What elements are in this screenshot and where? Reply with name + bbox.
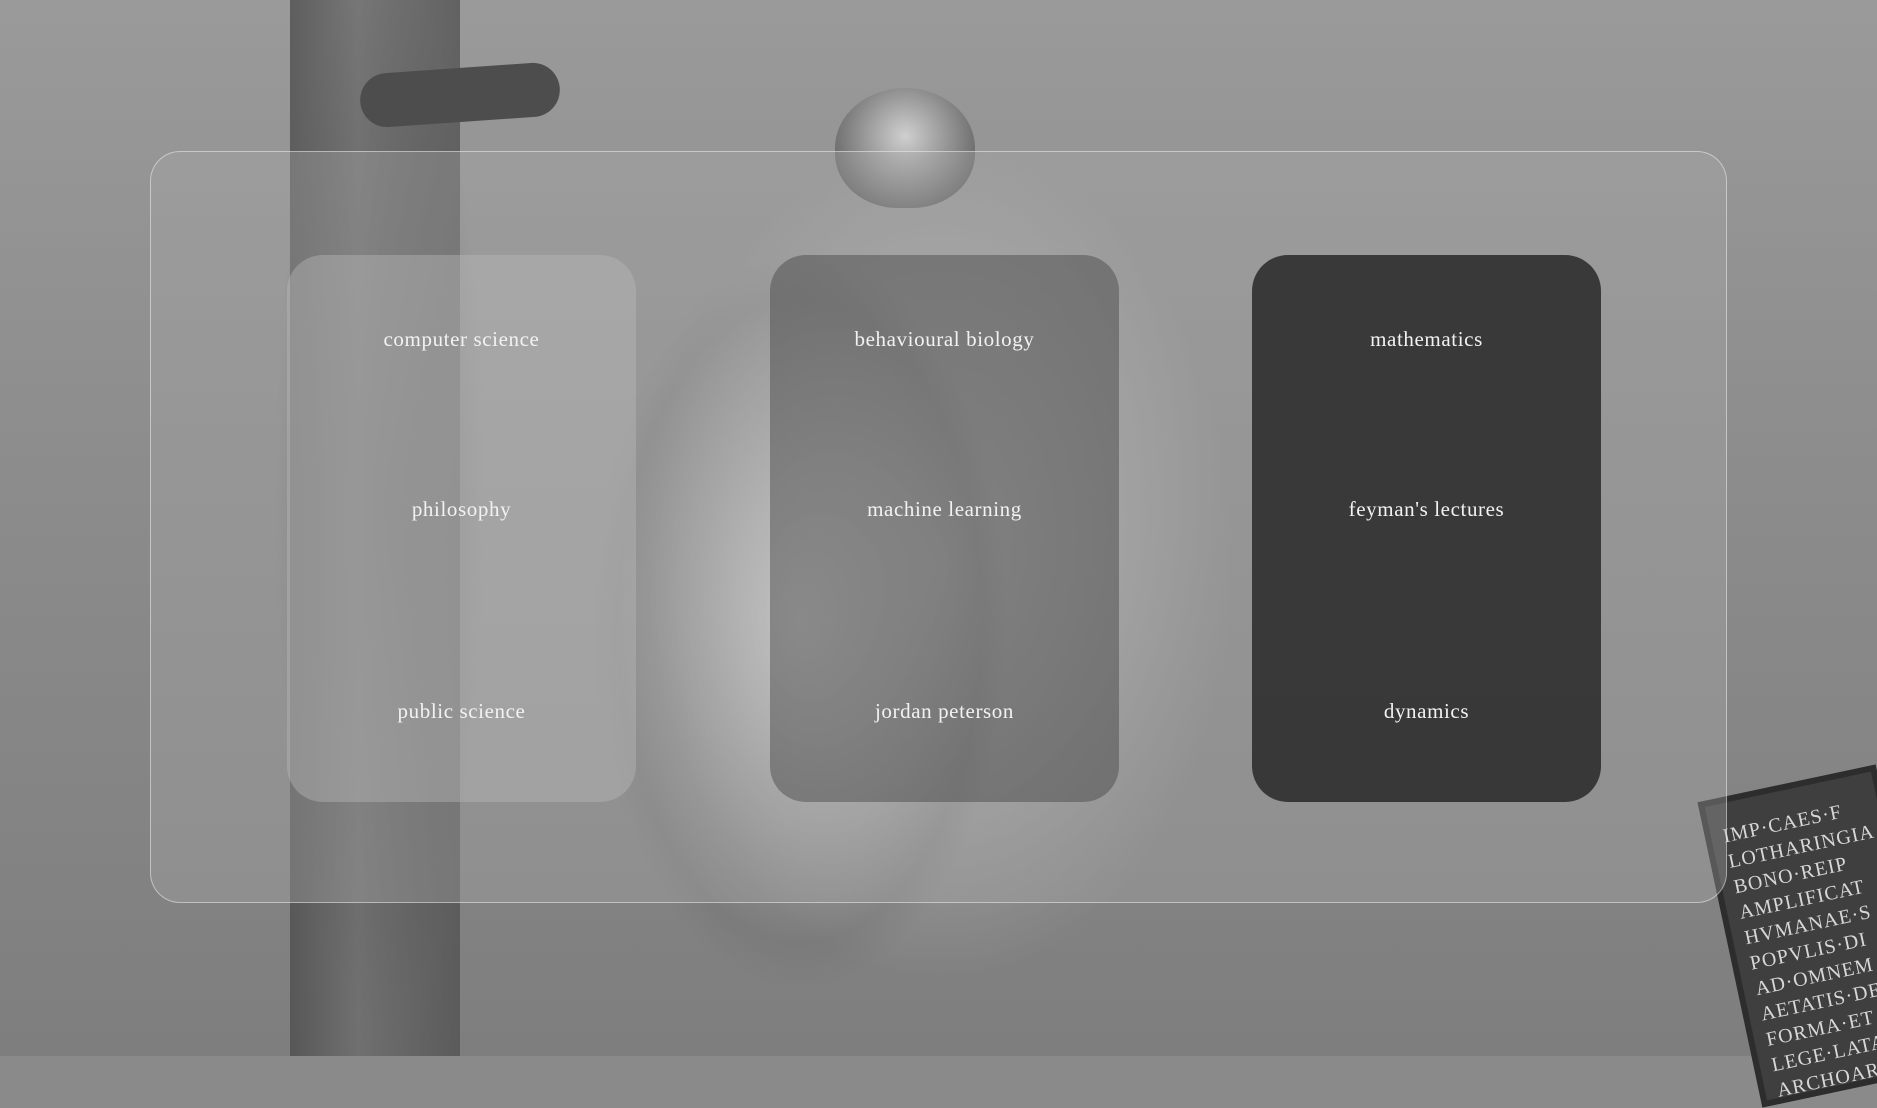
topic-card-3: mathematics feyman's lectures dynamics xyxy=(1252,255,1601,802)
topic-link-feymans-lectures[interactable]: feyman's lectures xyxy=(1252,497,1601,522)
topic-link-public-science[interactable]: public science xyxy=(287,699,636,724)
topic-link-dynamics[interactable]: dynamics xyxy=(1252,699,1601,724)
topic-link-behavioural-biology[interactable]: behavioural biology xyxy=(770,327,1119,352)
topic-link-machine-learning[interactable]: machine learning xyxy=(770,497,1119,522)
topic-card-2: behavioural biology machine learning jor… xyxy=(770,255,1119,802)
topic-card-1: computer science philosophy public scien… xyxy=(287,255,636,802)
topic-link-jordan-peterson[interactable]: jordan peterson xyxy=(770,699,1119,724)
topic-link-mathematics[interactable]: mathematics xyxy=(1252,327,1601,352)
plaque-text: IMP·CAES·F LOTHARINGIA BONO·REIP AMPLIFI… xyxy=(1721,793,1877,1104)
topic-link-computer-science[interactable]: computer science xyxy=(287,327,636,352)
topic-link-philosophy[interactable]: philosophy xyxy=(287,497,636,522)
